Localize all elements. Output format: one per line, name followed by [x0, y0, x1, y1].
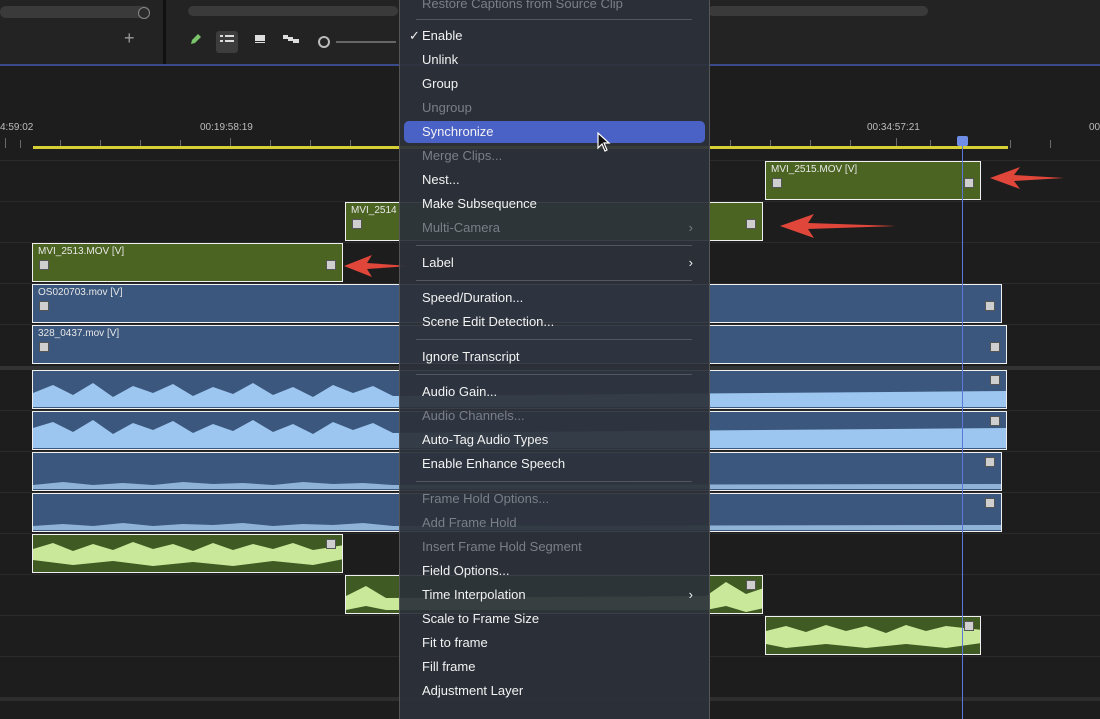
clip-fx-icon — [990, 342, 1000, 352]
timecode-label: 00:19:58:19 — [200, 122, 253, 133]
clip-thumbnail-icon — [39, 301, 49, 311]
menu-item-ungroup: Ungroup — [422, 100, 472, 115]
menu-item-unlink[interactable]: Unlink — [404, 49, 705, 71]
add-track-icon[interactable]: + — [124, 28, 135, 49]
menu-item-audio-channels: Audio Channels... — [422, 408, 525, 423]
chevron-right-icon: › — [688, 255, 693, 270]
clip-fx-icon — [746, 580, 756, 590]
ruler-tick — [5, 138, 6, 148]
menu-item-multi-camera: Multi-Camera › — [404, 217, 705, 239]
clip-thumbnail-icon — [39, 260, 49, 270]
clip-fx-icon — [964, 178, 974, 188]
timecode-label: 00 — [1089, 122, 1100, 133]
pencil-icon[interactable] — [185, 31, 207, 53]
annotation-arrow-icon — [990, 167, 1064, 189]
mouse-cursor-icon — [597, 132, 611, 152]
menu-item-frame-hold-options: Frame Hold Options... — [422, 491, 550, 506]
audio-clip-a5[interactable] — [32, 534, 343, 573]
timeline-scrollbar-right[interactable] — [708, 6, 928, 16]
menu-item-field-options[interactable]: Field Options... — [404, 560, 705, 582]
timeline-scrollbar-left[interactable] — [188, 6, 398, 16]
menu-item-group[interactable]: Group — [404, 73, 705, 95]
clip-fx-icon — [985, 457, 995, 467]
timecode-label: 4:59:02 — [0, 122, 34, 133]
video-clip-v3[interactable]: MVI_2515.MOV [V] — [765, 161, 981, 200]
menu-item-adjustment-layer[interactable]: Adjustment Layer — [404, 680, 705, 702]
checkmark-icon: ✓ — [409, 28, 420, 43]
menu-item-speed-duration[interactable]: Speed/Duration... — [404, 287, 705, 309]
context-menu: Restore Captions from Source Clip ✓ Enab… — [399, 0, 710, 719]
clip-view-icon[interactable] — [249, 31, 271, 53]
audio-waveform — [33, 542, 342, 566]
clip-thumbnail-icon — [772, 178, 782, 188]
clip-fx-icon — [326, 539, 336, 549]
clip-name: MVI_2514 — [351, 205, 397, 216]
menu-separator — [416, 339, 692, 340]
clip-thumbnail-icon — [352, 219, 362, 229]
menu-item-label[interactable]: Label › — [404, 252, 705, 274]
panel-divider — [163, 0, 166, 64]
left-panel-scrollbar[interactable] — [0, 6, 150, 18]
menu-item-ignore-transcript[interactable]: Ignore Transcript — [404, 346, 705, 368]
menu-item-merge-clips: Merge Clips... — [422, 148, 503, 163]
clip-fx-icon — [990, 416, 1000, 426]
clip-name: MVI_2513.MOV [V] — [38, 246, 125, 257]
menu-item-time-interpolation[interactable]: Time Interpolation › — [404, 584, 705, 606]
clip-fx-icon — [985, 498, 995, 508]
clip-name: OS020703.mov [V] — [38, 287, 123, 298]
menu-item-scale-to-frame-size[interactable]: Scale to Frame Size — [404, 608, 705, 630]
menu-item-enable[interactable]: ✓ Enable — [404, 25, 705, 47]
video-clip-v1[interactable]: MVI_2513.MOV [V] — [32, 243, 343, 282]
menu-separator — [416, 481, 692, 482]
menu-item-fill-frame[interactable]: Fill frame — [404, 656, 705, 678]
menu-item-insert-frame-hold-segment: Insert Frame Hold Segment — [422, 539, 582, 554]
menu-separator — [416, 19, 692, 20]
clip-fx-icon — [985, 301, 995, 311]
stack-view-icon[interactable] — [280, 31, 302, 53]
menu-separator — [416, 245, 692, 246]
clip-thumbnail-icon — [39, 342, 49, 352]
menu-separator — [416, 280, 692, 281]
clip-name: MVI_2515.MOV [V] — [771, 164, 858, 175]
menu-item-nest[interactable]: Nest... — [404, 169, 705, 191]
zoom-slider[interactable] — [336, 41, 396, 43]
menu-item-fit-to-frame[interactable]: Fit to frame — [404, 632, 705, 654]
menu-item-auto-tag-audio-types[interactable]: Auto-Tag Audio Types — [404, 429, 705, 451]
scroll-handle[interactable] — [138, 7, 150, 19]
menu-separator — [416, 374, 692, 375]
clip-fx-icon — [746, 219, 756, 229]
clip-name: 328_0437.mov [V] — [38, 328, 120, 339]
zoom-slider-handle[interactable] — [318, 36, 330, 48]
menu-item-audio-gain[interactable]: Audio Gain... — [404, 381, 705, 403]
ruler-tick — [20, 140, 21, 148]
audio-clip-a7[interactable] — [765, 616, 981, 655]
menu-item-synchronize[interactable]: Synchronize — [404, 121, 705, 143]
menu-item-restore-captions: Restore Captions from Source Clip — [422, 0, 623, 11]
menu-item-make-subsequence[interactable]: Make Subsequence — [404, 193, 705, 215]
ruler-tick — [1050, 140, 1051, 148]
clip-fx-icon — [326, 260, 336, 270]
chevron-right-icon: › — [688, 587, 693, 602]
clip-fx-icon — [964, 621, 974, 631]
menu-item-scene-edit-detection[interactable]: Scene Edit Detection... — [404, 311, 705, 333]
ruler-tick — [1010, 140, 1011, 148]
playhead-handle[interactable] — [957, 136, 968, 146]
menu-item-enable-enhance-speech[interactable]: Enable Enhance Speech — [404, 453, 705, 475]
annotation-arrow-icon — [780, 214, 896, 238]
playhead-line[interactable] — [962, 138, 963, 719]
audio-waveform — [766, 625, 980, 648]
timecode-label: 00:34:57:21 — [867, 122, 920, 133]
clip-fx-icon — [990, 375, 1000, 385]
menu-item-add-frame-hold: Add Frame Hold — [422, 515, 517, 530]
list-view-icon[interactable] — [216, 31, 238, 53]
chevron-right-icon: › — [688, 220, 693, 235]
